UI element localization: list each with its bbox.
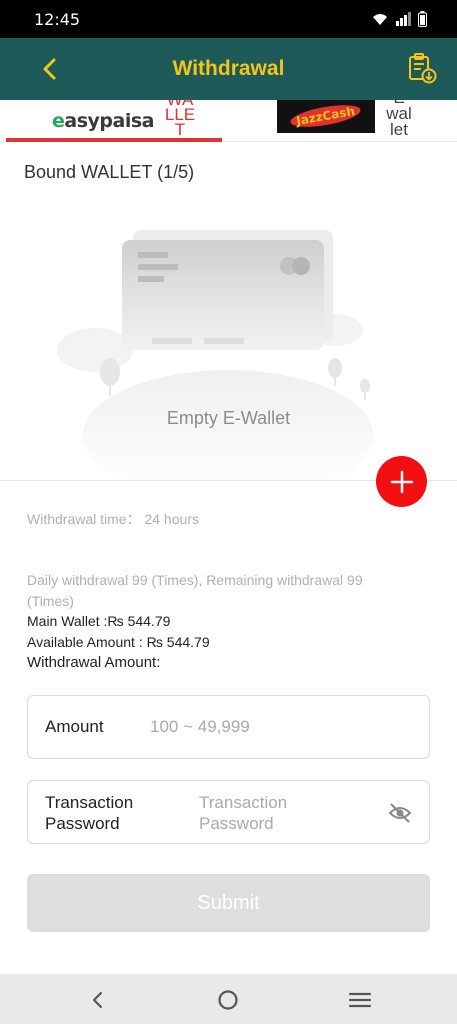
password-label-line-1: Transaction [45,793,134,812]
wallet-tabs: easypaisa WA LLE T JazzCash E wal let [0,100,457,142]
wifi-icon [373,14,387,25]
nav-home-icon[interactable] [214,986,242,1014]
tab-jazzcash-sub: E wal let [386,100,412,139]
daily-limit-line-2: (Times) [27,593,74,609]
jazzcash-logo: JazzCash [277,100,375,133]
main-wallet-balance: Main Wallet :₨ 544.79 [27,613,171,629]
nav-back-icon[interactable] [84,986,112,1014]
add-wallet-button[interactable] [376,456,427,507]
amount-label: Amount [45,717,104,736]
transaction-password-field[interactable]: Transaction Password Transaction Passwor… [27,780,430,844]
tab-jazzcash[interactable]: JazzCash E wal let [277,100,457,141]
withdrawal-time: Withdrawal time： 24 hours [27,511,199,527]
clipboard-download-icon[interactable] [407,52,437,84]
submit-button[interactable]: Submit [27,874,430,932]
amount-input[interactable]: 100 ~ 49,999 [150,717,250,737]
easypaisa-logo: easypaisa [52,110,154,132]
easypaisa-logo-text: asypaisa [64,110,154,132]
tab-easypaisa[interactable]: easypaisa WA LLE T [6,100,222,141]
empty-wallet-text: Empty E-Wallet [166,408,291,428]
status-time: 12:45 [34,9,81,29]
password-input-placeholder-1[interactable]: Transaction [199,793,287,813]
eye-off-icon[interactable] [388,802,412,824]
battery-icon [418,11,427,27]
daily-limit-line-1: Daily withdrawal 99 (Times), Remaining w… [27,572,363,588]
page-title: Withdrawal [172,57,285,80]
back-chevron-icon[interactable] [36,55,64,83]
status-bar: 12:45 [0,0,457,38]
active-tab-indicator [6,138,222,142]
password-input-placeholder-2[interactable]: Password [199,814,274,834]
withdrawal-amount-label: Withdrawal Amount: [27,654,161,671]
password-label-line-2: Password [45,814,120,833]
tab-easypaisa-sub: WA LLE T [164,100,196,139]
bound-wallet-title: Bound WALLET (1/5) [24,162,195,182]
nav-recents-icon[interactable] [346,986,374,1014]
plus-icon [390,470,413,493]
system-nav-bar [0,974,457,1024]
available-amount: Available Amount : ₨ 544.79 [27,634,210,650]
status-icons [372,11,427,27]
signal-icon [396,12,411,26]
jazzcash-logo-text: JazzCash [289,100,363,132]
amount-field[interactable]: Amount 100 ~ 49,999 [27,695,430,759]
empty-wallet-illustration [0,200,457,500]
app-header: Withdrawal [0,38,457,100]
